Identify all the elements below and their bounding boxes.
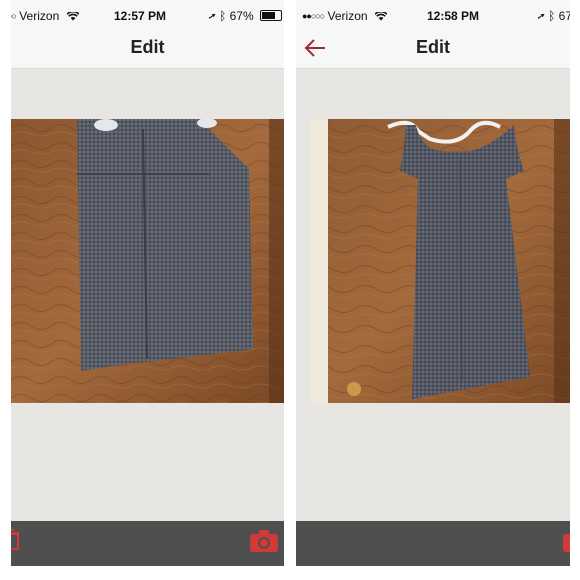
carrier: ○○ Verizon: [11, 9, 79, 23]
status-bar: ○○ Verizon 12:57 PM ➚ ᛒ 67%: [11, 0, 284, 32]
nav-bar: Edit: [11, 32, 284, 69]
battery-status: ➚ ᛒ 67%: [209, 9, 282, 23]
dress-photo[interactable]: [310, 119, 570, 403]
signal-icon: ○○: [11, 11, 17, 21]
camera-icon[interactable]: [249, 529, 279, 553]
bluetooth-icon: ᛒ: [219, 9, 227, 23]
signal-icon: ●●○○○: [302, 11, 325, 21]
battery-icon: [260, 10, 282, 21]
screen-right: ●●○○○ Verizon 12:58 PM ➚ ᛒ 67 Edit: [296, 0, 570, 566]
carrier: ●●○○○ Verizon: [302, 9, 387, 23]
screen-left: ○○ Verizon 12:57 PM ➚ ᛒ 67% Edit: [11, 0, 284, 566]
camera-icon[interactable]: [562, 529, 570, 553]
skirt-photo[interactable]: [11, 119, 284, 403]
bottom-toolbar: [296, 521, 570, 566]
wifi-icon: [374, 12, 387, 21]
location-icon: ➚: [537, 9, 545, 23]
battery-status: ➚ ᛒ 67: [537, 9, 570, 23]
photo-area: [296, 69, 570, 521]
bluetooth-icon: ᛒ: [548, 9, 556, 23]
status-time: 12:57 PM: [114, 9, 167, 23]
bottom-toolbar: [11, 521, 284, 566]
wifi-icon: [66, 12, 79, 21]
photo-area: [11, 69, 284, 521]
page-title: Edit: [416, 37, 450, 57]
status-time: 12:58 PM: [427, 9, 480, 23]
page-title: Edit: [130, 37, 165, 57]
trash-icon[interactable]: [11, 529, 19, 551]
location-icon: ➚: [208, 9, 216, 23]
status-bar: ●●○○○ Verizon 12:58 PM ➚ ᛒ 67: [296, 0, 570, 32]
nav-bar: Edit: [296, 32, 570, 69]
